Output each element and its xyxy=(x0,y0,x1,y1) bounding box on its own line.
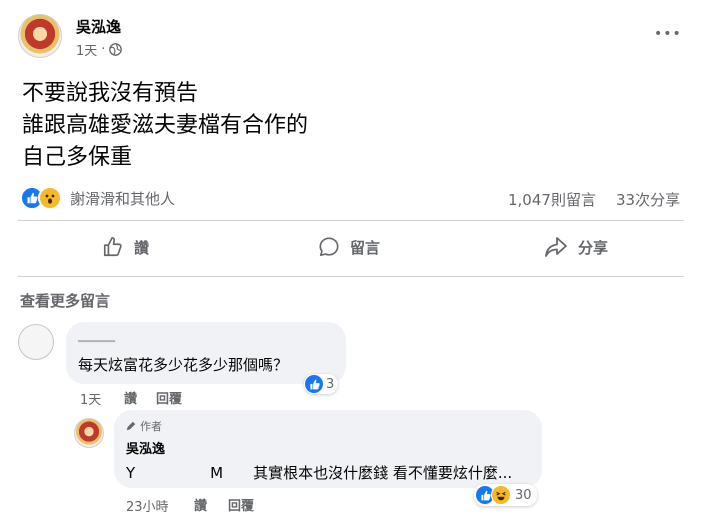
like-button-label: 讚 xyxy=(134,238,150,257)
haha-reaction-icon xyxy=(491,485,511,505)
comment-reply-link[interactable]: 回覆 xyxy=(156,388,182,407)
reply-reaction-count[interactable]: 30 xyxy=(474,484,537,506)
share-button-label: 分享 xyxy=(578,238,609,257)
post-author-name[interactable]: 吳泓逸 xyxy=(76,16,121,37)
post-timestamp[interactable]: 1天 · xyxy=(76,40,123,59)
thumbs-up-icon xyxy=(103,237,122,257)
comment-bubble: ▁▁▁▁ 每天炫富花多少花多少那個嗎？ xyxy=(66,322,346,384)
comment-bubble-icon xyxy=(319,237,339,257)
post-author-avatar[interactable] xyxy=(18,14,62,58)
shares-count-link[interactable]: 33次分享 xyxy=(616,189,680,210)
reply-author-avatar[interactable] xyxy=(74,418,104,448)
more-icon: ••• xyxy=(654,26,682,42)
comment-time[interactable]: 1天 xyxy=(80,389,101,408)
reply-text: Y M 其實根本也沒什麼錢 看不懂要炫什麼... xyxy=(126,464,513,482)
comment-like-link[interactable]: 讚 xyxy=(124,388,137,407)
reply-like-link[interactable]: 讚 xyxy=(194,495,207,514)
wow-reaction-icon xyxy=(38,186,62,210)
comment-reaction-count[interactable]: 3 xyxy=(304,374,339,394)
view-more-comments-link[interactable]: 查看更多留言 xyxy=(20,290,110,311)
reply-author-name[interactable]: 吳泓逸 xyxy=(126,438,165,457)
post-more-options-button[interactable]: ••• xyxy=(654,26,682,42)
commenter-avatar[interactable] xyxy=(18,324,54,360)
like-reaction-icon xyxy=(305,375,323,393)
comment-button-label: 留言 xyxy=(350,238,381,257)
comment-text: 每天炫富花多少花多少那個嗎？ xyxy=(78,356,289,374)
reactions-summary[interactable]: 謝滑滑和其他人 xyxy=(20,186,175,210)
comments-count-link[interactable]: 1,047則留言 xyxy=(508,189,596,210)
divider-top xyxy=(18,220,684,221)
like-button[interactable]: 讚 xyxy=(102,236,149,258)
reactions-text[interactable]: 謝滑滑和其他人 xyxy=(70,188,175,209)
post-time-text[interactable]: 1天 xyxy=(76,40,97,59)
share-arrow-icon xyxy=(545,237,567,257)
divider-bottom xyxy=(18,276,684,277)
reply-time[interactable]: 23小時 xyxy=(126,496,169,515)
commenter-name[interactable]: ▁▁▁▁ xyxy=(78,328,115,343)
pencil-icon xyxy=(126,421,136,431)
comment-button[interactable]: 留言 xyxy=(318,236,380,258)
globe-icon xyxy=(109,43,123,56)
author-badge-label: 作者 xyxy=(140,420,162,433)
share-button[interactable]: 分享 xyxy=(544,236,608,258)
reply-bubble: 作者 吳泓逸 Y M 其實根本也沒什麼錢 看不懂要炫什麼... xyxy=(114,410,542,488)
author-badge: 作者 xyxy=(126,418,162,434)
reply-reply-link[interactable]: 回覆 xyxy=(228,495,254,514)
post-body-text: 不要說我沒有預告 誰跟高雄愛滋夫妻檔有合作的 自己多保重 xyxy=(22,81,309,170)
